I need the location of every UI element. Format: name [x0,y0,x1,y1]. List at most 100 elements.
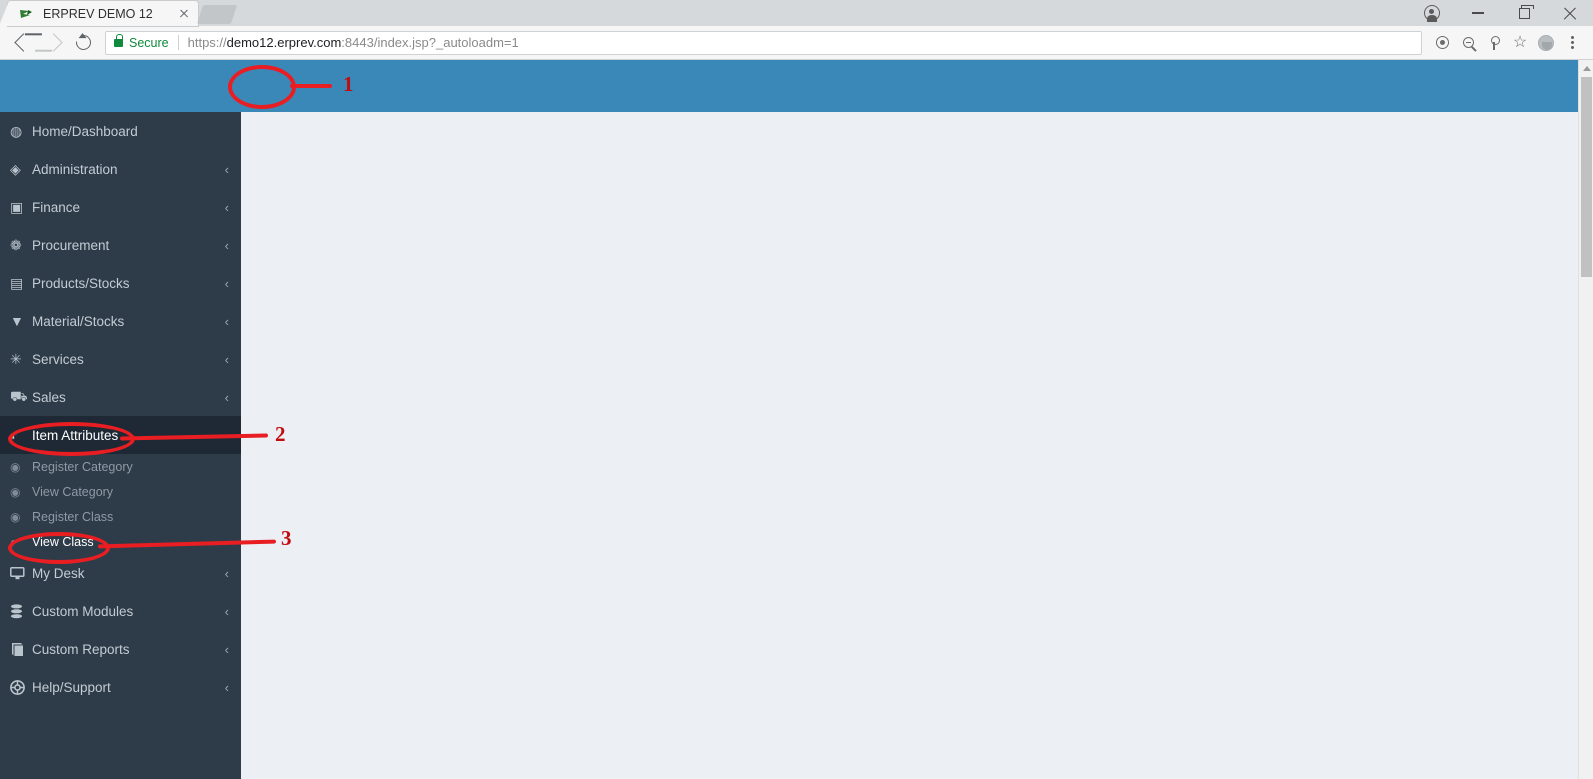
url-scheme: https:// [187,35,227,50]
sidebar-item-label: Item Attributes [32,427,119,443]
submenu-item-register-class[interactable]: ◉ Register Class [0,504,241,529]
sidebar-item-label: Material/Stocks [32,313,125,329]
submenu-item-view-category[interactable]: ◉ View Category [0,479,241,504]
browser-tab[interactable]: ERPREV DEMO 12 [0,1,198,26]
sidebar-item-label: Custom Reports [32,641,130,657]
browser-profile-button[interactable] [1409,0,1455,26]
toolbar-icons: ☆ [1429,30,1585,56]
sidebar-item-services[interactable]: ✳ Services ‹ [0,340,241,378]
disc-icon: ◉ [10,509,21,524]
maximize-icon [1518,5,1534,19]
lock-icon [114,34,123,47]
target-icon-button[interactable] [1429,30,1455,56]
close-tab-icon[interactable] [176,6,192,22]
submenu-item-label: View Class [32,534,94,549]
submenu-item-view-class[interactable]: ◐ View Class [0,529,241,554]
back-button[interactable] [8,28,38,58]
sidebar: ◍ Home/Dashboard ◈ Administration ‹ ▣ Fi… [0,112,241,779]
target-icon [1435,36,1449,49]
book-icon [10,642,32,657]
sidebar-item-home-dashboard[interactable]: ◍ Home/Dashboard [0,112,241,150]
chevron-left-icon: ‹ [224,389,229,405]
submenu-item-label: Register Category [32,459,133,474]
sidebar-item-help-support[interactable]: Help/Support ‹ [0,668,241,706]
star-icon: ☆ [1512,33,1528,51]
tab-strip: ERPREV DEMO 12 [0,0,1593,26]
minimize-button[interactable] [1455,0,1501,26]
zoom-out-button[interactable] [1455,30,1481,56]
sidebar-item-my-desk[interactable]: My Desk ‹ [0,554,241,592]
sidebar-item-label: Finance [32,199,81,215]
snowflake-icon: ✳ [10,350,22,367]
money-icon: ▣ [10,198,24,215]
sidebar-item-products-stocks[interactable]: ▤ Products/Stocks ‹ [0,264,241,302]
sidebar-item-label: Products/Stocks [32,275,130,291]
chevron-left-icon: ‹ [224,641,229,657]
omnibox-divider [177,35,179,50]
forward-button[interactable] [38,28,68,58]
sidebar-item-finance[interactable]: ▣ Finance ‹ [0,188,241,226]
minimize-icon [1472,12,1484,14]
submenu-item-label: View Category [32,484,114,499]
sidebar-item-item-attributes[interactable]: ◐ Item Attributes [0,416,241,454]
address-bar[interactable]: Secure https://demo12.erprev.com:8443/in… [105,30,1422,55]
maximize-button[interactable] [1501,0,1547,26]
account-icon [1538,34,1554,51]
forward-arrow-icon [43,33,63,52]
app-header [0,60,1578,112]
sidebar-item-label: Procurement [32,237,110,253]
chevron-left-icon: ‹ [224,199,229,215]
chevron-left-icon: ‹ [224,313,229,329]
sidebar-item-material-stocks[interactable]: ▼ Material/Stocks ‹ [0,302,241,340]
dashboard-icon: ◍ [10,122,23,139]
tools-icon: ◈ [10,160,21,177]
chevron-left-icon: ‹ [224,275,229,291]
cart-network-icon: ❁ [10,236,22,253]
chevron-left-icon: ‹ [224,603,229,619]
chrome-menu-icon [1570,35,1574,51]
close-icon [1563,6,1577,20]
chevron-left-icon: ‹ [224,237,229,253]
submenu-item-label: Register Class [32,509,114,524]
bookmark-button[interactable]: ☆ [1507,30,1533,56]
building-icon: ▤ [10,274,24,291]
profile-icon [1424,5,1440,23]
sidebar-item-custom-reports[interactable]: Custom Reports ‹ [0,630,241,668]
page-scrollbar[interactable] [1578,60,1593,779]
url-host: demo12.erprev.com [226,35,342,50]
sidebar-item-label: Home/Dashboard [32,123,138,139]
disc-icon: ◉ [10,459,21,474]
item-attributes-submenu: ◉ Register Category ◉ View Category ◉ Re… [0,454,241,554]
chevron-left-icon: ‹ [224,565,229,581]
sidebar-item-label: Custom Modules [32,603,134,619]
tag-icon: ◐ [10,427,19,443]
chevron-left-icon: ‹ [224,351,229,367]
scroll-up-arrow-icon [1582,66,1591,71]
sidebar-item-custom-modules[interactable]: Custom Modules ‹ [0,592,241,630]
submenu-item-register-category[interactable]: ◉ Register Category [0,454,241,479]
url-port: :8443 [341,35,374,50]
sidebar-item-administration[interactable]: ◈ Administration ‹ [0,150,241,188]
browser-toolbar: Secure https://demo12.erprev.com:8443/in… [0,26,1593,60]
sidebar-item-sales[interactable]: ⛟ Sales ‹ [0,378,241,416]
back-arrow-icon [13,33,33,52]
account-button[interactable] [1533,30,1559,56]
shopping-cart-icon: ⛟ [10,387,28,404]
sidebar-item-label: Services [32,351,84,367]
trophy-icon: ▼ [10,313,24,329]
chevron-left-icon: ‹ [224,679,229,695]
sidebar-item-label: Administration [32,161,118,177]
window-controls [1409,0,1593,26]
browser-window: ERPREV DEMO 12 Secure https://demo12.erp… [0,0,1593,779]
password-key-button[interactable] [1481,30,1507,56]
chrome-menu-button[interactable] [1559,30,1585,56]
scroll-up-button[interactable] [1579,60,1593,77]
sidebar-item-procurement[interactable]: ❁ Procurement ‹ [0,226,241,264]
security-label: Secure [129,35,169,50]
new-tab-button[interactable] [196,5,238,24]
main-content [241,112,1578,779]
erprev-favicon [18,6,34,22]
scrollbar-thumb[interactable] [1581,77,1592,277]
reload-button[interactable] [68,28,98,58]
close-window-button[interactable] [1547,0,1593,26]
